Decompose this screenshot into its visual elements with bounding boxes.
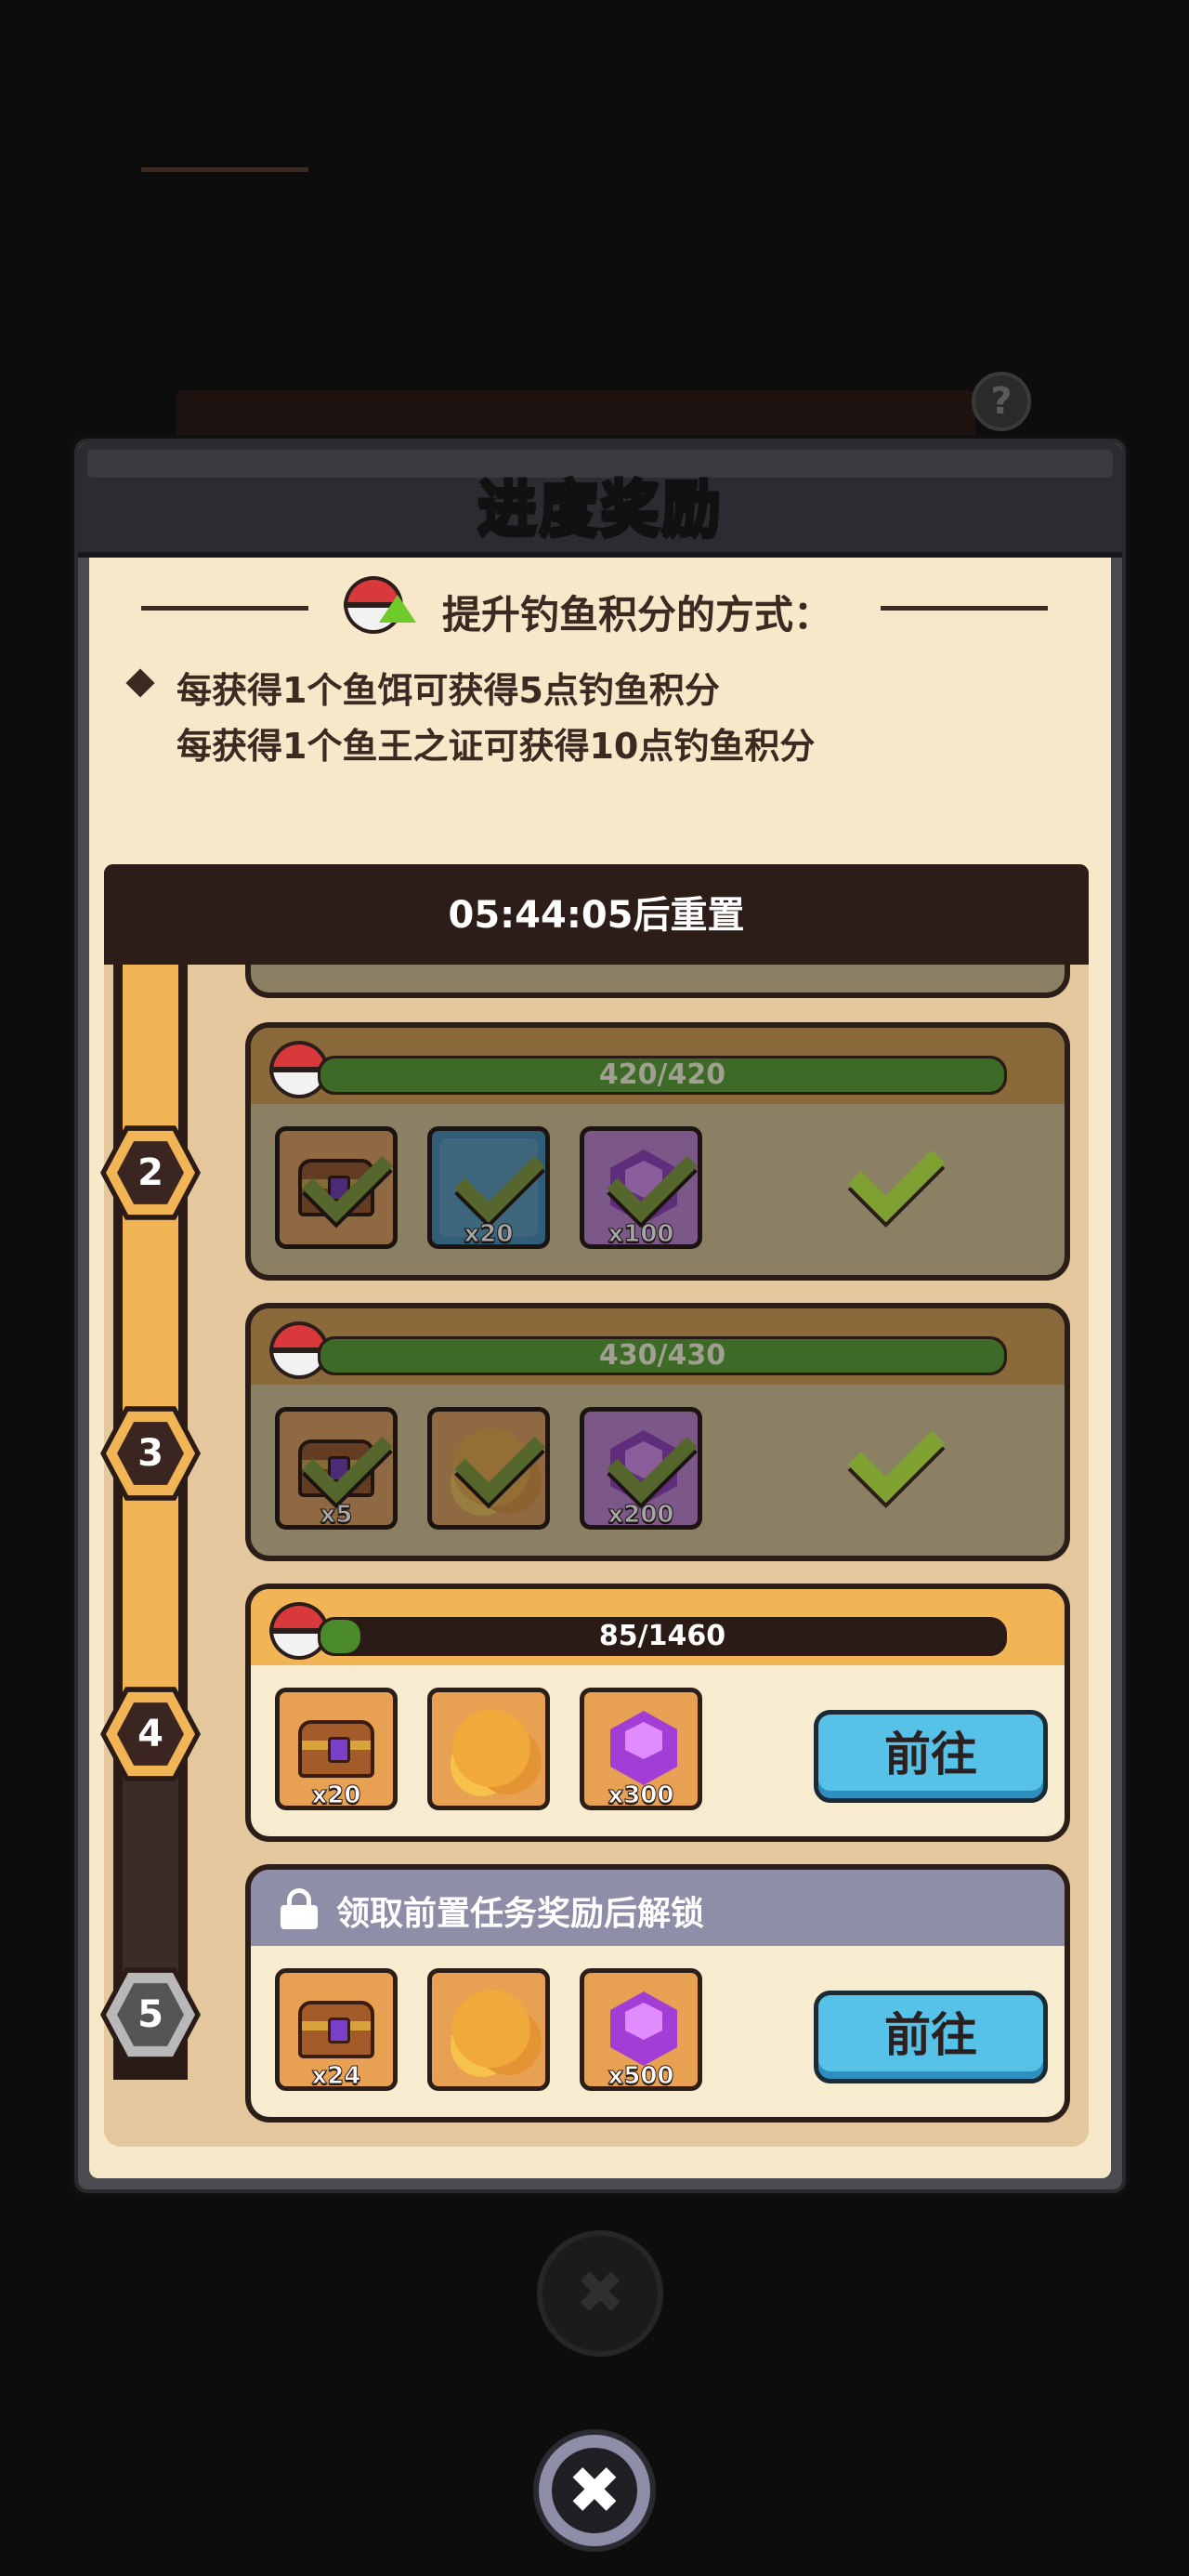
close-icon: ✖	[552, 2448, 637, 2533]
reward-item-tree[interactable]	[427, 1968, 550, 2091]
close-button[interactable]: ✖	[533, 2429, 656, 2552]
tier-complete-check-icon	[847, 1405, 946, 1504]
reward-item-gem[interactable]: x100	[580, 1126, 702, 1249]
background-title-bar	[176, 390, 975, 446]
go-button-tier-5[interactable]: 前往	[814, 1991, 1048, 2083]
purple-chest-icon	[298, 1720, 374, 1778]
help-icon: ?	[972, 372, 1031, 431]
arrow-up-icon	[379, 595, 416, 623]
tier-badge-3: 3	[100, 1403, 201, 1504]
rule-text-2: 每获得1个鱼王之证可获得10点钓鱼积分	[176, 726, 816, 767]
divider-left-line	[141, 606, 308, 611]
lock-icon	[281, 1888, 318, 1929]
panel-title: 进度奖励	[477, 474, 723, 545]
reward-card-tier-5: 领取前置任务奖励后解锁 x24 x500 前往	[245, 1864, 1070, 2123]
tier-badge-5: 5	[100, 1965, 201, 2065]
progress-bar: 420/420	[318, 1056, 1007, 1095]
reward-item-tree[interactable]	[427, 1407, 550, 1530]
purple-gem-icon	[610, 1711, 677, 1785]
reward-card-tier-3: 430/430 x5 x200	[245, 1303, 1070, 1561]
reward-item-gem[interactable]: x500	[580, 1968, 702, 2091]
progress-bar: 85/1460	[318, 1617, 1007, 1656]
progress-track-fill	[123, 965, 178, 1736]
reward-card-tier-2: 420/420 x20 x100	[245, 1022, 1070, 1281]
background-close-icon: ✖	[537, 2230, 663, 2357]
go-button-tier-4[interactable]: 前往	[814, 1710, 1048, 1803]
reset-timer-overlay: 05:44:05后重置	[104, 864, 1089, 965]
reward-item-chest[interactable]	[275, 1126, 398, 1249]
divider-left	[141, 167, 308, 172]
tier-badge-2: 2	[100, 1123, 201, 1223]
reward-item-tree[interactable]	[427, 1688, 550, 1810]
reward-card-tier-4: 85/1460 x20 x300 前往	[245, 1584, 1070, 1842]
tier-complete-check-icon	[847, 1124, 946, 1223]
golden-tree-icon	[452, 1990, 530, 2068]
reward-item-gem[interactable]: x300	[580, 1688, 702, 1810]
panel-header: 进度奖励	[78, 442, 1122, 558]
reward-item-gem[interactable]: x200	[580, 1407, 702, 1530]
locked-hint: 领取前置任务奖励后解锁	[336, 1895, 705, 1933]
golden-tree-icon	[452, 1709, 530, 1787]
reward-item-chest[interactable]: x5	[275, 1407, 398, 1530]
reward-item-blue[interactable]: x20	[427, 1126, 550, 1249]
reward-item-chest[interactable]: x24	[275, 1968, 398, 2091]
reward-item-chest[interactable]: x20	[275, 1688, 398, 1810]
rule-text-1: 每获得1个鱼饵可获得5点钓鱼积分	[176, 670, 720, 711]
divider-right	[881, 606, 1048, 611]
info-title: 提升钓鱼积分的方式：	[442, 592, 833, 637]
purple-gem-icon	[610, 1991, 677, 2066]
purple-chest-icon	[298, 2001, 374, 2058]
progress-bar: 430/430	[318, 1336, 1007, 1375]
tier-badge-4: 4	[100, 1684, 201, 1784]
